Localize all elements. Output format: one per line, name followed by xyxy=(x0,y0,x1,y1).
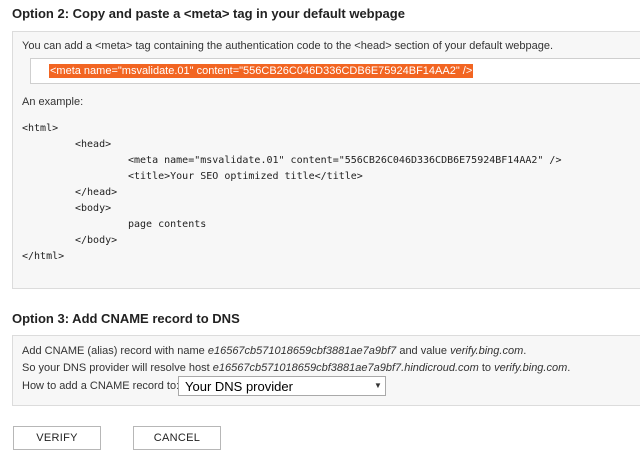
option3-heading: Option 3: Add CNAME record to DNS xyxy=(12,311,240,326)
dns-provider-selected: Your DNS provider xyxy=(185,379,293,394)
option2-heading: Option 2: Copy and paste a <meta> tag in… xyxy=(12,6,405,21)
chevron-down-icon: ▼ xyxy=(374,381,382,390)
cname-line2-end: . xyxy=(567,362,571,374)
code-line-page-contents: page contents xyxy=(128,219,207,230)
code-line-html-open: <html> xyxy=(22,123,59,134)
code-line-body-close: </body> xyxy=(75,235,118,246)
meta-tag-field[interactable]: <meta name="msvalidate.01" content="556C… xyxy=(30,58,640,84)
dns-provider-select[interactable]: Your DNS provider ▼ xyxy=(178,376,386,396)
cname-line-2: So your DNS provider will resolve host e… xyxy=(22,362,570,374)
cname-line2-prefix: So your DNS provider will resolve host xyxy=(22,362,213,374)
code-line-body-open: <body> xyxy=(75,203,112,214)
example-label: An example: xyxy=(22,96,84,108)
code-line-head-close: </head> xyxy=(75,187,118,198)
cancel-button[interactable]: CANCEL xyxy=(133,426,221,450)
cname-line-1: Add CNAME (alias) record with name e1656… xyxy=(22,345,526,357)
cname-value: verify.bing.com xyxy=(450,345,524,357)
verify-button[interactable]: VERIFY xyxy=(13,426,101,450)
option2-intro: You can add a <meta> tag containing the … xyxy=(22,40,554,52)
cname-name: e16567cb571018659cbf3881ae7a9bf7 xyxy=(207,345,397,357)
cname-line2-mid: to xyxy=(478,362,495,374)
code-line-title: <title>Your SEO optimized title</title> xyxy=(128,171,363,182)
how-to-cname-label: How to add a CNAME record to: xyxy=(22,380,180,392)
cname-line1-mid: and value xyxy=(396,345,451,357)
resolve-host: e16567cb571018659cbf3881ae7a9bf7.hindicr… xyxy=(212,362,479,374)
code-line-head-open: <head> xyxy=(75,139,112,150)
cname-line1-prefix: Add CNAME (alias) record with name xyxy=(22,345,208,357)
cname-line1-end: . xyxy=(523,345,527,357)
code-line-meta: <meta name="msvalidate.01" content="556C… xyxy=(128,155,562,166)
code-line-html-close: </html> xyxy=(22,251,65,262)
meta-tag-selection[interactable]: <meta name="msvalidate.01" content="556C… xyxy=(49,64,474,78)
resolve-target: verify.bing.com xyxy=(494,362,568,374)
